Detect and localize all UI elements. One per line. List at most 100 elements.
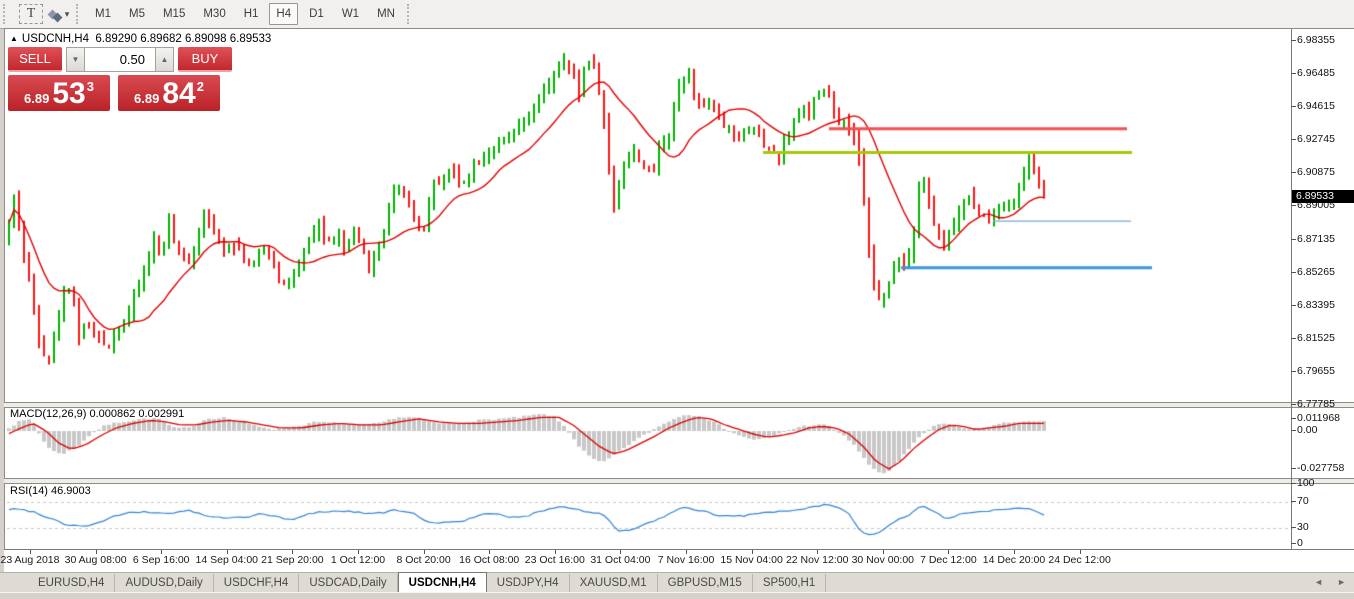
date-axis-label: 23 Oct 16:00 (524, 554, 585, 566)
rsi-axis-label: 70 (1297, 495, 1309, 507)
date-axis-label: 7 Nov 16:00 (657, 554, 715, 566)
mt4-terminal: T ▾ M1 M5 M15 M30 H1 H4 D1 W1 MN ▲ USDCNH,H4 6.89… (0, 0, 1354, 599)
volume-input[interactable]: 0.50 (85, 47, 155, 72)
toolbar-grip[interactable] (76, 4, 83, 24)
timeframe-button-mn[interactable]: MN (370, 3, 402, 25)
timeframe-button-h4[interactable]: H4 (269, 3, 299, 25)
date-tick (226, 550, 228, 554)
toolbar-grip[interactable] (3, 4, 10, 24)
timeframe-button-d1[interactable]: D1 (302, 3, 331, 25)
price-axis-label: 6.85265 (1297, 265, 1335, 278)
date-axis-label: 30 Nov 00:00 (851, 554, 915, 566)
timeframe-button-m1[interactable]: M1 (88, 3, 118, 25)
sell-price-prefix: 6.89 (24, 91, 50, 106)
date-tick (423, 550, 425, 554)
axis-tick (1291, 172, 1296, 174)
axis-tick (1291, 337, 1296, 339)
date-axis-label: 31 Oct 04:00 (590, 554, 651, 566)
pane-splitter[interactable] (4, 402, 1354, 408)
timeframe-button-m30[interactable]: M30 (196, 3, 232, 25)
macd-indicator-canvas[interactable] (7, 407, 1293, 480)
timeframe-button-m15[interactable]: M15 (156, 3, 192, 25)
tab-usdcad-daily[interactable]: USDCAD,Daily (299, 574, 398, 592)
buy-price-pip: 2 (196, 79, 204, 94)
date-tick (817, 550, 819, 554)
timeframe-button-w1[interactable]: W1 (335, 3, 366, 25)
high-value: 6.89682 (140, 33, 182, 45)
price-axis-label: 6.87135 (1297, 232, 1335, 245)
buy-price-big: 84 (162, 77, 196, 110)
buy-price-display[interactable]: 6.89 84 2 (118, 75, 220, 111)
chevron-down-icon: ▾ (64, 8, 70, 19)
buy-button[interactable]: BUY (178, 47, 232, 72)
rsi-label: RSI(14) 46.9003 (10, 485, 91, 497)
ohlc-header: ▲ USDCNH,H4 6.89290 6.89682 6.89098 6.895… (10, 33, 271, 45)
macd-axis-label: 0.00 (1297, 424, 1318, 436)
tab-scroll-right-icon[interactable]: ► (1337, 577, 1346, 587)
axis-tick (1291, 527, 1296, 528)
date-axis-label: 1 Oct 12:00 (330, 554, 386, 566)
date-tick (1079, 550, 1081, 554)
timeframe-buttons: M1 M5 M15 M30 H1 H4 D1 W1 MN (86, 3, 404, 25)
axis-tick (1291, 271, 1296, 273)
date-tick (554, 550, 556, 554)
axis-tick (1291, 430, 1296, 431)
axis-tick (1291, 418, 1296, 419)
axis-tick (1291, 404, 1296, 405)
date-axis[interactable]: 23 Aug 2018 30 Aug 08:00 6 Sep 16:00 14 Sep… (1, 549, 1354, 573)
date-tick (686, 550, 687, 554)
date-tick (30, 550, 31, 554)
buy-price-prefix: 6.89 (134, 91, 160, 106)
axis-tick (1291, 73, 1296, 75)
sell-button[interactable]: SELL (8, 47, 62, 72)
date-tick (161, 550, 163, 554)
volume-decrease-button[interactable]: ▼ (66, 47, 85, 72)
line-studies-icon[interactable]: ▾ (47, 2, 71, 26)
rsi-axis-label: 0 (1297, 537, 1303, 549)
current-price-tag: 6.89533 (1292, 190, 1354, 203)
tab-usdchf-h4[interactable]: USDCHF,H4 (214, 574, 300, 592)
tab-scroll-arrows: ◄ ► (1314, 577, 1346, 587)
open-value: 6.89290 (95, 33, 137, 45)
tab-sp500-h1[interactable]: SP500,H1 (753, 574, 827, 592)
date-tick (882, 550, 884, 554)
tab-xauusd-m1[interactable]: XAUUSD,M1 (570, 574, 658, 592)
tab-usdcnh-h4[interactable]: USDCNH,H4 (397, 572, 487, 592)
date-tick (620, 550, 622, 554)
price-axis-label: 6.83395 (1297, 298, 1335, 311)
axis-tick (1291, 40, 1296, 41)
pane-splitter[interactable] (4, 478, 1354, 484)
tab-scroll-left-icon[interactable]: ◄ (1314, 577, 1323, 587)
date-tick (358, 550, 359, 554)
date-axis-label: 21 Sep 20:00 (261, 554, 324, 566)
rsi-axis-label: 100 (1297, 477, 1315, 489)
chart-tabbar: EURUSD,H4 AUDUSD,Daily USDCHF,H4 USDCAD,Dai… (0, 572, 1354, 592)
tab-gbpusd-m15[interactable]: GBPUSD,M15 (658, 574, 753, 592)
timeframe-button-h1[interactable]: H1 (237, 3, 266, 25)
date-axis-label: 14 Sep 04:00 (195, 554, 259, 566)
symbol-label: USDCNH,H4 (21, 33, 90, 45)
volume-increase-button[interactable]: ▲ (155, 47, 174, 72)
date-axis-label: 15 Nov 04:00 (720, 554, 783, 566)
toolbar-grip[interactable] (406, 4, 414, 24)
price-axis-label: 6.96485 (1297, 67, 1335, 80)
axis-tick (1291, 304, 1296, 306)
price-axis-label: 6.90875 (1297, 166, 1335, 179)
text-tool-icon[interactable]: T (19, 4, 43, 24)
collapse-arrow-icon[interactable]: ▲ (10, 34, 18, 43)
axis-tick (1291, 106, 1296, 108)
sell-price-display[interactable]: 6.89 53 3 (8, 75, 110, 111)
date-tick (751, 550, 753, 554)
tab-usdjpy-h4[interactable]: USDJPY,H4 (487, 574, 570, 592)
axis-tick (1291, 370, 1296, 372)
timeframe-button-m5[interactable]: M5 (122, 3, 152, 25)
date-axis-label: 8 Oct 20:00 (396, 554, 451, 566)
one-click-trade-panel: SELL ▼ 0.50 ▲ BUY 6.89 53 3 6.89 84 2 (8, 47, 232, 111)
volume-stepper: ▼ 0.50 ▲ (66, 47, 174, 72)
tab-audusd-daily[interactable]: AUDUSD,Daily (115, 574, 214, 592)
price-axis-label: 6.81525 (1297, 331, 1335, 344)
low-value: 6.89098 (184, 33, 227, 45)
tab-eurusd-h4[interactable]: EURUSD,H4 (28, 574, 116, 592)
date-tick (489, 550, 491, 554)
rsi-indicator-canvas[interactable] (7, 483, 1293, 550)
